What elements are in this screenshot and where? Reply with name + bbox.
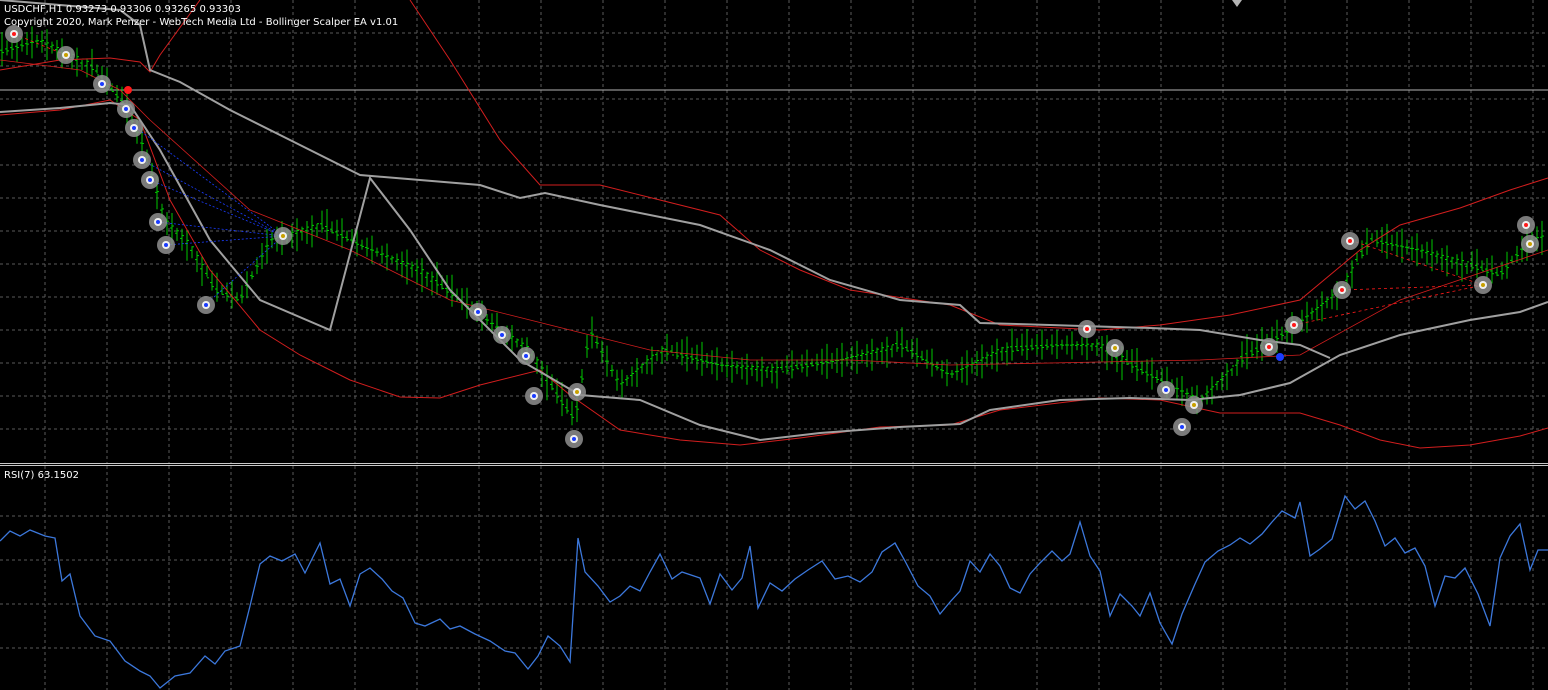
- trade-link-line: [165, 235, 284, 246]
- exit-signal-icon: [274, 227, 292, 245]
- exit-signal-icon-dot: [64, 53, 68, 57]
- ea-copyright-line: Copyright 2020, Mark Penzer - WebTech Me…: [4, 17, 399, 28]
- buy-signal-icon-dot: [148, 178, 152, 182]
- sell-signal-icon-dot: [1340, 288, 1344, 292]
- bollinger-middle-red: [0, 59, 1548, 366]
- buy-signal-icon: [1173, 418, 1191, 436]
- buy-signal-icon-dot: [524, 354, 528, 358]
- buy-signal-icon: [93, 75, 111, 93]
- buy-signal-icon-dot: [164, 243, 168, 247]
- exit-signal-icon: [57, 46, 75, 64]
- buy-signal-icon: [149, 213, 167, 231]
- sell-signal-icon: [1285, 316, 1303, 334]
- bollinger-mid-gray-lower: [0, 101, 1548, 442]
- buy-signal-icon-dot: [500, 333, 504, 337]
- buy-signal-icon-dot: [100, 82, 104, 86]
- buy-signal-icon-dot: [1180, 425, 1184, 429]
- exit-signal-icon: [1185, 396, 1203, 414]
- symbol-quote-line: USDCHF,H1 0.93273 0.93306 0.93265 0.9330…: [4, 4, 241, 15]
- sell-signal-icon: [1260, 338, 1278, 356]
- exit-signal-icon: [1474, 276, 1492, 294]
- buy-signal-icon: [197, 296, 215, 314]
- buy-signal-icon-dot: [1164, 388, 1168, 392]
- sell-signal-icon-dot: [1348, 239, 1352, 243]
- rsi-canvas[interactable]: [0, 466, 1548, 690]
- buy-signal-icon-dot: [140, 158, 144, 162]
- price-chart-pane[interactable]: USDCHF,H1 0.93273 0.93306 0.93265 0.9330…: [0, 0, 1548, 463]
- shift-marker-icon: [1232, 0, 1242, 7]
- sell-signal-icon: [1333, 281, 1351, 299]
- exit-signal-icon: [568, 383, 586, 401]
- rsi-title: RSI(7) 63.1502: [4, 470, 79, 481]
- exit-signal-icon-dot: [281, 234, 285, 238]
- exit-signal-icon-dot: [1528, 242, 1532, 246]
- buy-signal-icon: [117, 100, 135, 118]
- buy-signal-icon: [133, 151, 151, 169]
- sell-signal-icon: [1341, 232, 1359, 250]
- sell-signal-icon-dot: [12, 32, 16, 36]
- sell-signal-icon-dot: [1292, 323, 1296, 327]
- sell-signal-icon-dot: [1267, 345, 1271, 349]
- buy-signal-icon-dot: [476, 310, 480, 314]
- sell-signal-icon-dot: [1085, 327, 1089, 331]
- exit-signal-icon-dot: [1192, 403, 1196, 407]
- buy-signal-icon-dot: [124, 107, 128, 111]
- buy-signal-icon-dot: [532, 394, 536, 398]
- exit-signal-icon-dot: [1481, 283, 1485, 287]
- pending-sell-dot: [124, 86, 132, 94]
- buy-signal-icon-dot: [204, 303, 208, 307]
- rsi-line: [0, 494, 1548, 689]
- buy-signal-icon-dot: [156, 220, 160, 224]
- buy-signal-icon: [125, 119, 143, 137]
- exit-signal-icon-dot: [1113, 346, 1117, 350]
- buy-signal-icon: [525, 387, 543, 405]
- exit-signal-icon-dot: [575, 390, 579, 394]
- rsi-indicator-pane[interactable]: RSI(7) 63.1502: [0, 466, 1548, 690]
- trade-link-line: [149, 179, 284, 237]
- exit-signal-icon: [1106, 339, 1124, 357]
- buy-signal-icon: [1157, 381, 1175, 399]
- buy-signal-icon: [517, 347, 535, 365]
- exit-signal-icon: [1521, 235, 1539, 253]
- buy-signal-icon-dot: [132, 126, 136, 130]
- buy-signal-icon-dot: [572, 437, 576, 441]
- buy-signal-icon: [141, 171, 159, 189]
- sell-signal-icon: [1078, 320, 1096, 338]
- buy-signal-icon: [493, 326, 511, 344]
- buy-signal-icon: [565, 430, 583, 448]
- trade-link-line: [1341, 284, 1484, 291]
- buy-signal-icon: [469, 303, 487, 321]
- sell-signal-icon-dot: [1524, 223, 1528, 227]
- pending-buy-dot: [1276, 353, 1284, 361]
- sell-signal-icon: [1517, 216, 1535, 234]
- buy-signal-icon: [157, 236, 175, 254]
- price-chart-canvas[interactable]: [0, 0, 1548, 463]
